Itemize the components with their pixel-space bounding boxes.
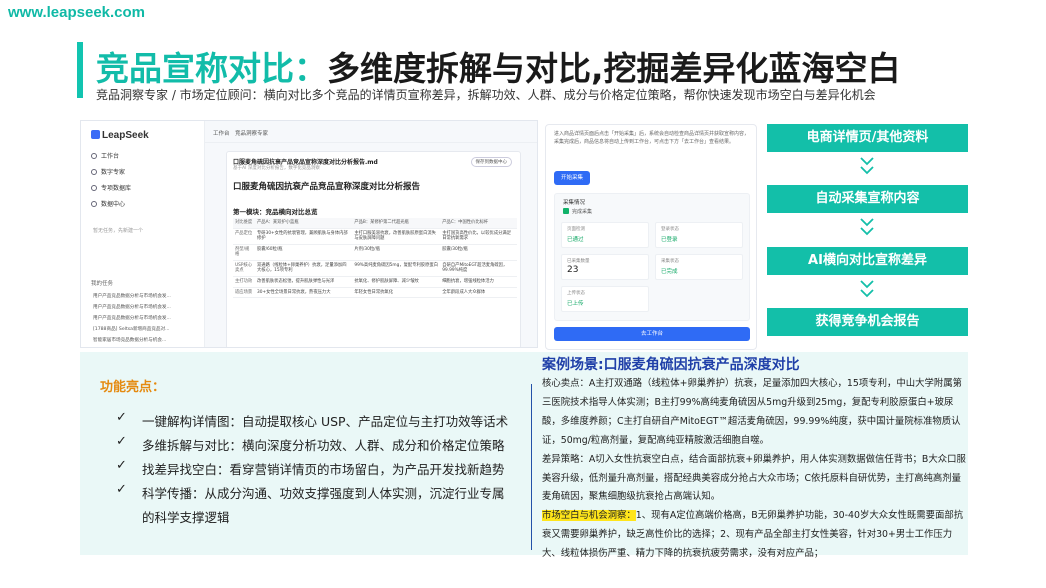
table-cell: 专研30+女性的抗衰管理，兼顾肌肤与身体内部修护 [255,228,353,245]
case-selling-points: 核心卖点：A主打双通路（线粒体+卵巢养护）抗衰，足量添加四大核心，15项专利，中… [542,378,962,446]
status-title: 采集情况 [563,200,586,206]
chevron-down-icon [860,218,874,236]
table-cell: 产品定位 [233,228,255,245]
check-icon: ✓ [116,434,127,449]
status-check: 完成采集 [563,208,592,215]
table-cell: 片剂/30粒/瓶 [352,244,441,261]
title-accent-bar [77,42,83,98]
check-icon: ✓ [116,482,127,497]
home-icon [91,153,97,159]
expert-icon [91,169,97,175]
table-cell: 细胞抗衰，增强线粒体活力 [440,276,517,288]
title-accent: 竞品宣称对比： [96,49,327,88]
page-subtitle: 竞品洞察专家 / 市场定位顾问：横向对比多个竞品的详情页宣称差异，拆解功效、人群… [96,88,876,102]
table-cell: 胶囊/30粒/瓶 [440,244,517,261]
doc-subtitle: 基于AI 深度对比分析报告，数字化竞品洞察 [233,166,320,171]
table-cell: 改善肌肤状态松弛，提升肌肤弹性与光泽 [255,276,353,288]
case-body: 核心卖点：A主打双通路（线粒体+卵巢养护）抗衰，足量添加四大核心，15项专利，中… [542,375,968,564]
nav-item-database[interactable]: 专项数据库 [91,183,131,192]
chevron-down-icon [860,157,874,175]
case-title: 案例场景:口服麦角硫因抗衰产品深度对比 [542,357,800,373]
app-logo[interactable]: LeapSeek [91,130,149,141]
chevron-down-icon [860,280,874,298]
save-to-data-center-button[interactable]: 保存到数据中心 [470,157,512,167]
tab-workbench[interactable]: 工作台 [213,129,230,137]
status-card: 采集状态 已完成 [655,254,743,280]
nav-item-workbench[interactable]: 工作台 [91,151,119,160]
comparison-table: 对比维度 产品A：某双护小蓝瓶 产品B：某修护第二代超光瓶 产品C：中国性价比标… [233,218,517,299]
status-card: 登录状态 已登录 [655,222,743,248]
table-cell: 99%高纯麦角硫因5mg，复配专利胶原蛋白 [352,260,441,278]
table-cell: 年轻女性日常抗氧化 [352,287,441,299]
history-item[interactable]: 用户产品竞品数据分析与市场机会发... [93,304,199,310]
flow-step-2: 自动采集宣称内容 [767,185,968,213]
doc-title: 口服麦角硫因抗衰产品竞品宣称深度对比分析报告 [233,182,421,192]
table-row: 产品定位 专研30+女性的抗衰管理，兼顾肌肤与身体内部修护 主打口服美容抗衰，改… [233,228,517,245]
doc-section-title: 第一模块：竞品横向对比总览 [233,208,318,216]
history-item[interactable]: 用户产品竞品数据分析与市场机会发... [93,315,199,321]
table-cell: 主打口服美容抗衰，改善肌肤胶原蛋白流失与皮肤屏障问题 [352,228,441,245]
collection-panel: 进入商品详情页面后点击「开始采集」后，系统会自动检查商品详情页并获取宣称内容，采… [545,124,757,350]
app-sidebar: LeapSeek 工作台 数字专家 专项数据库 数据中心 暂无任务，先新建一个 … [81,121,205,347]
logo-icon [91,130,100,139]
table-cell: 抗氧化、修护肌肤屏障、减少皱纹 [352,276,441,288]
table-cell: 胶囊/60粒/瓶 [255,244,353,261]
tab-competitor-expert[interactable]: 竞品洞察专家 [235,129,268,137]
history-item[interactable]: 智能家居市场竞品数据分析与机会... [93,337,199,343]
table-cell: 30+女性全场景日常抗衰，熬夜压力大 [255,287,353,299]
table-header-row: 对比维度 产品A：某双护小蓝瓶 产品B：某修护第二代超光瓶 产品C：中国性价比标… [233,218,517,229]
app-topbar: 工作台 竞品洞察专家 [205,121,537,143]
table-cell: 全年龄段成人大众群体 [440,287,517,299]
checkbox-icon [563,208,569,214]
status-card: 上传状态 已上传 [561,286,649,312]
start-collect-button[interactable]: 开始采集 [554,171,590,185]
table-header: 产品A：某双护小蓝瓶 [255,218,353,229]
nav-item-experts[interactable]: 数字专家 [91,167,125,176]
report-document: 口服麦角硫因抗衰产品竞品宣称深度对比分析报告.md 基于AI 深度对比分析报告，… [226,151,521,347]
table-cell: 主打功效 [233,276,255,288]
case-opportunity: 市场空白与机会洞察：1、现有A定位高端价格高，B无卵巢养护功能，30-40岁大众… [542,510,964,560]
opportunity-label: 市场空白与机会洞察： [542,510,636,522]
nav-item-data-center[interactable]: 数据中心 [91,199,125,208]
side-note: 暂无任务，先新建一个 [93,228,144,234]
status-card: 已采集数量 23 [561,254,649,280]
table-row: USP核心卖点 双通路（线粒体+卵巢养护）抗衰，足量添加四大核心，15项专利 9… [233,260,517,278]
table-cell: USP核心卖点 [233,260,255,278]
app-screenshot: LeapSeek 工作台 数字专家 专项数据库 数据中心 暂无任务，先新建一个 … [80,120,538,348]
check-icon: ✓ [116,410,127,425]
history-item[interactable]: [1788商品] Seltsa新增商品竞品对... [93,326,199,332]
section-divider [531,384,532,550]
database-icon [91,185,97,191]
case-strategy: 差异策略：A切入女性抗衰空白点，结合面部抗衰+卵巢养护，用人体实测数据做信任背书… [542,453,966,503]
go-workbench-button[interactable]: 去工作台 [554,327,750,341]
table-row: 剂型/规格 胶囊/60粒/瓶 片剂/30粒/瓶 胶囊/30粒/瓶 [233,244,517,261]
table-header: 对比维度 [233,218,255,229]
features-title: 功能亮点： [100,380,166,395]
title-main: 多维度拆解与对比,挖掘差异化蓝海空白 [327,49,901,88]
collect-status: 采集情况 完成采集 页面检测 已通过 登录状态 已登录 已采集数量 23 采集状态 已完… [554,193,750,321]
flow-step-4: 获得竞争机会报告 [767,308,968,336]
page-title: 竞品宣称对比：多维度拆解与对比,挖掘差异化蓝海空白 [96,42,901,90]
flow-step-3: AI横向对比宣称差异 [767,247,968,275]
table-cell: 双通路（线粒体+卵巢养护）抗衰，足量添加四大核心，15项专利 [255,260,353,278]
table-cell: 自研自产MitoEGT超活麦角硫因，99.99%纯度 [440,260,517,278]
check-icon: ✓ [116,458,127,473]
data-center-icon [91,201,97,207]
status-card: 页面检测 已通过 [561,222,649,248]
history-title: 我的任务 [91,281,114,287]
site-url[interactable]: www.leapseek.com [8,4,145,21]
table-cell: 适应场景 [233,287,255,299]
table-row: 适应场景 30+女性全场景日常抗衰，熬夜压力大 年轻女性日常抗氧化 全年龄段成人… [233,287,517,299]
table-header: 产品C：中国性价比标杆 [440,218,517,229]
table-cell: 主打国货高性价比，以较优成分满足日常抗氧需求 [440,228,517,245]
table-header: 产品B：某修护第二代超光瓶 [352,218,441,229]
history-item[interactable]: 用户产品竞品数据分析与市场机会发... [93,293,199,299]
flow-step-1: 电商详情页/其他资料 [767,124,968,152]
panel-description: 进入商品详情页面后点击「开始采集」后，系统会自动检查商品详情页并获取宣称内容，采… [554,131,750,145]
table-cell: 剂型/规格 [233,244,255,261]
table-row: 主打功效 改善肌肤状态松弛，提升肌肤弹性与光泽 抗氧化、修护肌肤屏障、减少皱纹 … [233,276,517,288]
